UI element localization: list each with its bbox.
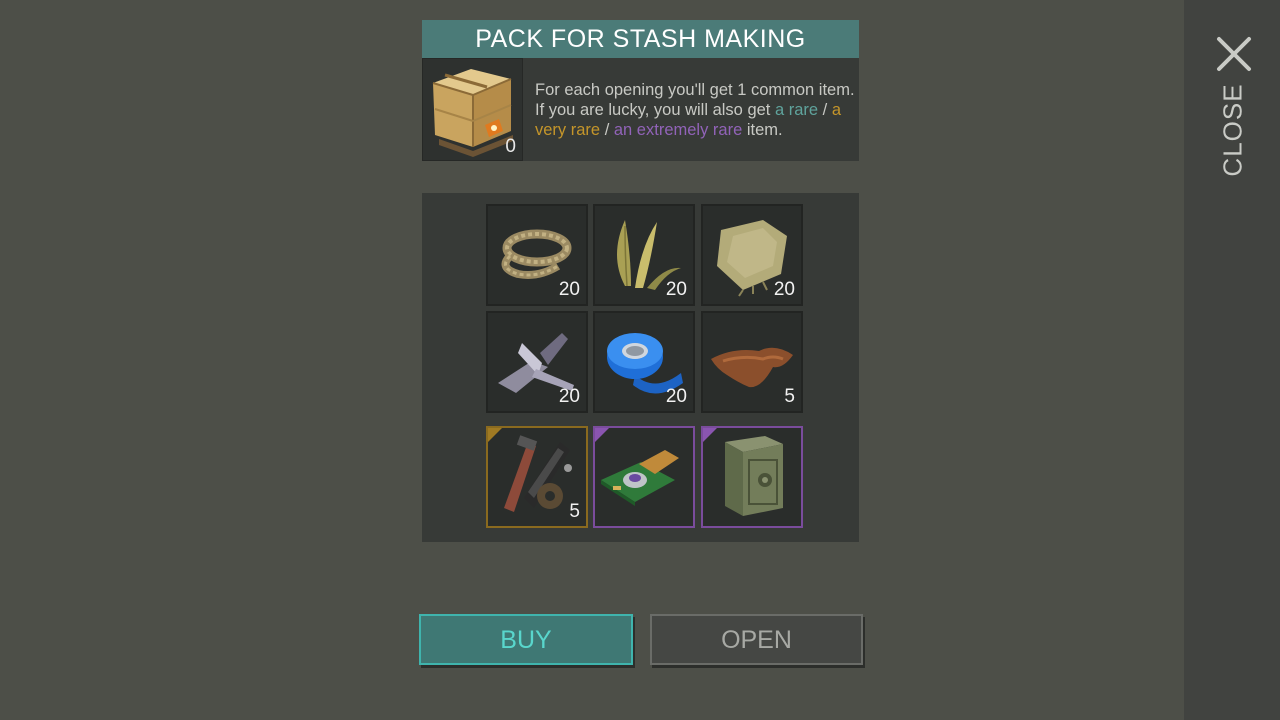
separator: /: [818, 101, 832, 119]
pack-info: 0 For each opening you'll get 1 common i…: [422, 58, 859, 161]
item-count: 20: [665, 386, 687, 407]
open-button[interactable]: OPEN: [650, 614, 863, 665]
item-count: 20: [558, 386, 580, 407]
close-button[interactable]: CLOSE: [1218, 83, 1249, 176]
pack-title: PACK FOR STASH MAKING: [422, 20, 859, 58]
crate-slot[interactable]: 0: [422, 58, 523, 161]
item-slot-rope[interactable]: 20: [486, 204, 588, 306]
item-slot-leather[interactable]: 5: [701, 311, 803, 413]
rare-label: a rare: [774, 101, 819, 119]
item-slot-safe[interactable]: [701, 426, 803, 528]
item-slot-spare-parts[interactable]: 5: [486, 426, 588, 528]
extremely-rare-label: an extremely rare: [613, 121, 743, 139]
item-count: 5: [569, 501, 580, 522]
pack-description: For each opening you'll get 1 common ite…: [535, 80, 855, 140]
pack-contents: 20 20 20 20 20 5 5: [422, 193, 859, 542]
item-slot-circuit-board[interactable]: [593, 426, 695, 528]
item-count: 20: [665, 279, 687, 300]
item-count: 20: [773, 279, 795, 300]
item-slot-scrap-metal[interactable]: 20: [486, 311, 588, 413]
safe-icon: [725, 436, 783, 516]
item-count: 5: [784, 386, 795, 407]
item-slot-plant-fiber[interactable]: 20: [593, 204, 695, 306]
separator: /: [600, 121, 614, 139]
item-slot-cloth[interactable]: 20: [701, 204, 803, 306]
crate-count: 0: [505, 136, 516, 157]
circuit-board-icon: [601, 450, 679, 506]
description-text: item.: [742, 121, 783, 139]
item-count: 20: [558, 279, 580, 300]
item-slot-duct-tape[interactable]: 20: [593, 311, 695, 413]
buy-button[interactable]: BUY: [419, 614, 633, 665]
close-icon[interactable]: [1214, 34, 1254, 74]
